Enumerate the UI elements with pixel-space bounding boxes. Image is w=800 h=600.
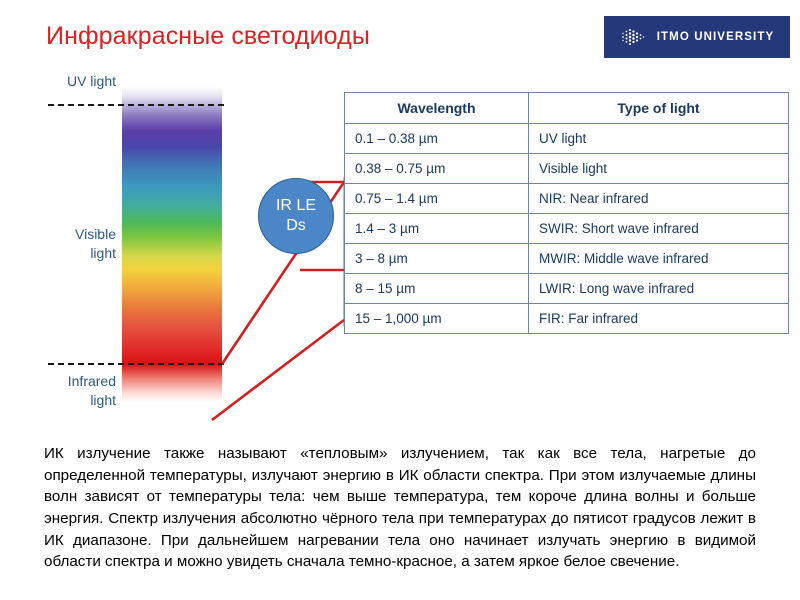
ir-leds-callout-circle[interactable]: IR LEDs [258, 178, 334, 254]
uv-boundary-dashed-line [48, 104, 224, 106]
table-header-row: Wavelength Type of light [344, 92, 789, 124]
spectrum-label-visible-line2: light [90, 244, 116, 261]
table-row: 1.4 – 3 µm SWIR: Short wave infrared [344, 213, 789, 244]
wavelength-type-table: Wavelength Type of light 0.1 – 0.38 µm UV… [344, 92, 789, 334]
cell-wavelength: 0.1 – 0.38 µm [344, 123, 529, 154]
cell-type-of-light: MWIR: Middle wave infrared [528, 243, 789, 274]
table-row: 0.75 – 1.4 µm NIR: Near infrared [344, 183, 789, 214]
table-row: 8 – 15 µm LWIR: Long wave infrared [344, 273, 789, 304]
cell-type-of-light: NIR: Near infrared [528, 183, 789, 214]
itmo-dots-icon [621, 29, 644, 45]
spectrum-gradient-bar [122, 86, 222, 402]
cell-type-of-light: LWIR: Long wave infrared [528, 273, 789, 304]
callout-line-lower [211, 318, 345, 422]
spectrum-label-infrared-line1: Infrared [67, 373, 116, 389]
cell-type-of-light: Visible light [528, 153, 789, 184]
cell-wavelength: 3 – 8 µm [344, 243, 529, 274]
body-paragraph: ИК излучение также называют «тепловым» и… [44, 445, 756, 571]
table-row: 0.38 – 0.75 µm Visible light [344, 153, 789, 184]
spectrum-label-infrared-line2: light [90, 391, 116, 408]
cell-type-of-light: FIR: Far infrared [528, 303, 789, 334]
spectrum-label-uv: UV light [66, 73, 116, 89]
itmo-logo-text: ITMO UNIVERSITY [656, 31, 775, 43]
spectrum-label-visible: Visible light [36, 225, 116, 263]
cell-wavelength: 0.75 – 1.4 µm [344, 183, 529, 214]
table-row: 15 – 1,000 µm FIR: Far infrared [344, 303, 789, 334]
table-row: 0.1 – 0.38 µm UV light [344, 123, 789, 154]
table-row: 3 – 8 µm MWIR: Middle wave infrared [344, 243, 789, 274]
column-header-type-of-light: Type of light [528, 92, 789, 124]
spectrum-label-infrared: Infrared light [36, 372, 116, 410]
column-header-wavelength: Wavelength [344, 92, 529, 124]
cell-wavelength: 1.4 – 3 µm [344, 213, 529, 244]
cell-type-of-light: UV light [528, 123, 789, 154]
itmo-university-logo: ITMO UNIVERSITY [604, 16, 790, 58]
page-title: Инфракрасные светодиоды [46, 22, 370, 50]
cell-wavelength: 0.38 – 0.75 µm [344, 153, 529, 184]
cell-wavelength: 15 – 1,000 µm [344, 303, 529, 334]
cell-wavelength: 8 – 15 µm [344, 273, 529, 304]
cell-type-of-light: SWIR: Short wave infrared [528, 213, 789, 244]
infrared-boundary-dashed-line [48, 363, 224, 365]
spectrum-label-visible-line1: Visible [75, 226, 116, 242]
